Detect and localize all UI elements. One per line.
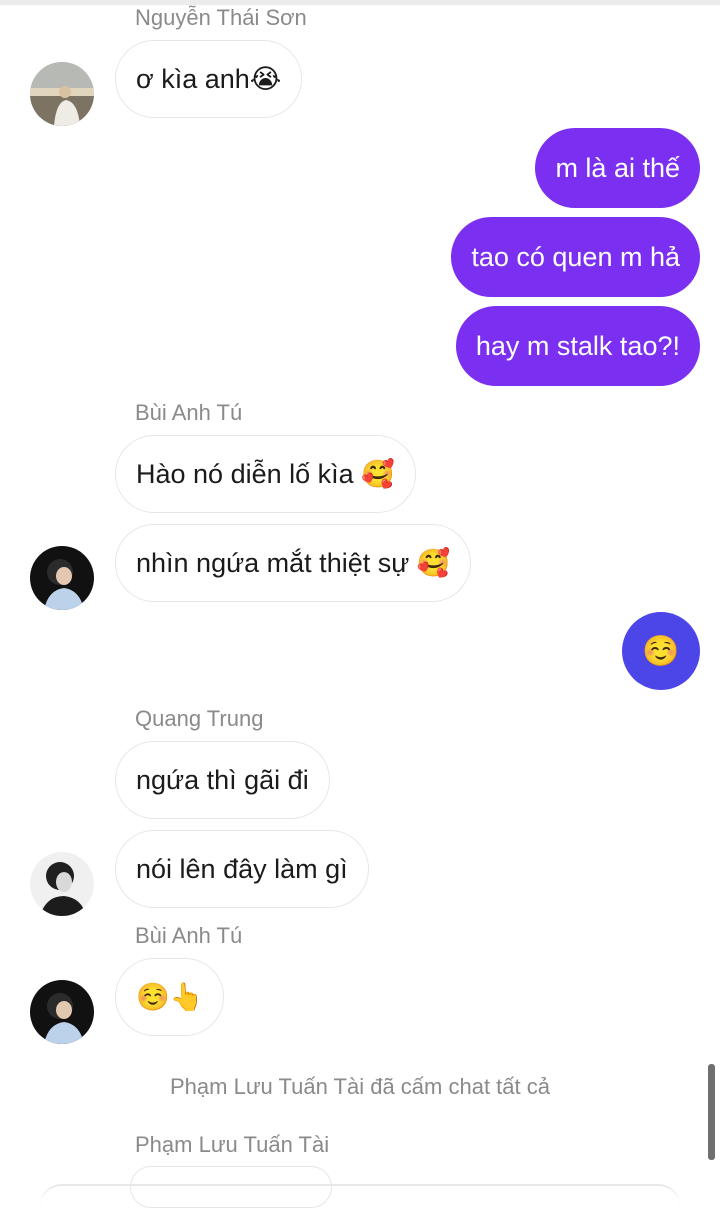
- avatar[interactable]: [30, 852, 94, 916]
- sender-name: Phạm Lưu Tuấn Tài: [135, 1132, 330, 1157]
- outgoing-message-bubble[interactable]: tao có quen m hả: [451, 217, 700, 297]
- avatar[interactable]: [30, 980, 94, 1044]
- message-bubble[interactable]: Hào nó diễn lố kìa 🥰: [115, 435, 416, 513]
- sender-name: Nguyễn Thái Sơn: [135, 5, 307, 30]
- top-divider: [0, 0, 720, 5]
- message-bubble[interactable]: ☺️👆: [115, 958, 225, 1036]
- scrollbar[interactable]: [708, 1064, 715, 1160]
- outgoing-message-bubble[interactable]: m là ai thế: [535, 128, 700, 208]
- message-bubble[interactable]: ngứa thì gãi đi: [115, 741, 330, 819]
- outgoing-message-bubble[interactable]: hay m stalk tao?!: [455, 306, 700, 386]
- avatar[interactable]: [30, 546, 94, 610]
- avatar[interactable]: [30, 62, 94, 126]
- message-bubble[interactable]: ơ kìa anh😭: [115, 40, 303, 118]
- sender-name: Bùi Anh Tú: [135, 923, 243, 948]
- sender-name: Quang Trung: [135, 706, 264, 731]
- outgoing-emoji-message[interactable]: ☺️: [622, 612, 700, 690]
- composer-edge: [40, 1184, 680, 1206]
- message-bubble[interactable]: nói lên đây làm gì: [115, 830, 369, 908]
- system-notice: Phạm Lưu Tuấn Tài đã cấm chat tất cả: [170, 1074, 550, 1099]
- message-bubble[interactable]: nhìn ngứa mắt thiệt sự 🥰: [115, 524, 472, 602]
- sender-name: Bùi Anh Tú: [135, 400, 243, 425]
